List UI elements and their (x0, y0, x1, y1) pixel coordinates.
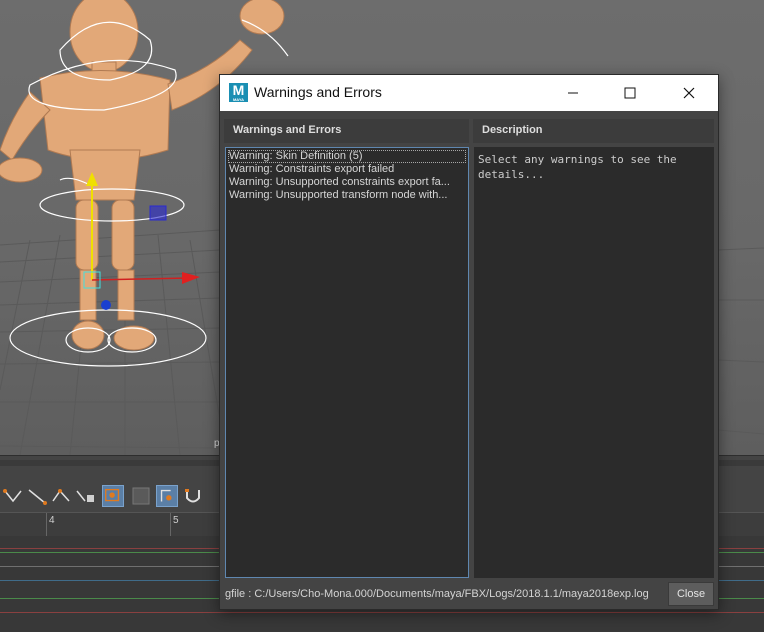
skin-tool-icon (160, 489, 172, 502)
close-icon (683, 87, 695, 99)
timeline-tick (170, 513, 171, 537)
maya-app-icon: M MAYA (229, 83, 248, 102)
timeline-tick (46, 513, 47, 537)
maximize-button[interactable] (607, 75, 653, 111)
dialog-titlebar[interactable]: M MAYA Warnings and Errors (220, 75, 718, 111)
warning-item[interactable]: Warning: Constraints export failed (228, 163, 466, 176)
lock-curve-tool-icon[interactable] (74, 485, 96, 507)
magnet-tool-icon[interactable] (182, 485, 204, 507)
grid-tool-icon[interactable] (130, 485, 152, 507)
warnings-dialog: M MAYA Warnings and Errors Warnings and … (219, 74, 719, 610)
logfile-path-text: gfile : C:/Users/Cho-Mona.000/Documents/… (225, 588, 649, 600)
timeline-tick-label: 5 (173, 515, 179, 526)
warning-item[interactable]: Warning: Unsupported constraints export … (228, 176, 466, 189)
curve-tool-icon[interactable] (2, 485, 24, 507)
app-icon-sub: MAYA (232, 97, 245, 102)
curve-line (0, 612, 764, 613)
maximize-icon (624, 87, 636, 99)
minimize-button[interactable] (550, 75, 596, 111)
warning-item[interactable]: Warning: Skin Definition (5) (228, 150, 466, 163)
pencil-curve-tool-icon[interactable] (50, 485, 72, 507)
description-panel-header: Description (473, 119, 714, 143)
close-button[interactable]: Close (668, 582, 714, 606)
logfile-path: gfile : C:/Users/Cho-Mona.000/Documents/… (225, 588, 665, 604)
close-window-button[interactable] (666, 75, 712, 111)
active-shelf-tool[interactable] (102, 485, 124, 507)
warnings-list[interactable]: Warning: Skin Definition (5) Warning: Co… (225, 147, 469, 578)
active-skin-tool[interactable] (156, 485, 178, 507)
description-pane[interactable]: Select any warnings to see the details..… (474, 147, 714, 578)
timeline-tick-label: 4 (49, 515, 55, 526)
dialog-title: Warnings and Errors (254, 84, 382, 100)
render-view-icon (105, 488, 120, 502)
warnings-panel-header: Warnings and Errors (224, 119, 469, 143)
warning-item[interactable]: Warning: Unsupported transform node with… (228, 189, 466, 202)
ep-curve-tool-icon[interactable] (26, 485, 48, 507)
description-text: Select any warnings to see the details..… (478, 153, 677, 181)
app-icon-letter: M (232, 82, 245, 98)
minimize-icon (568, 92, 578, 94)
